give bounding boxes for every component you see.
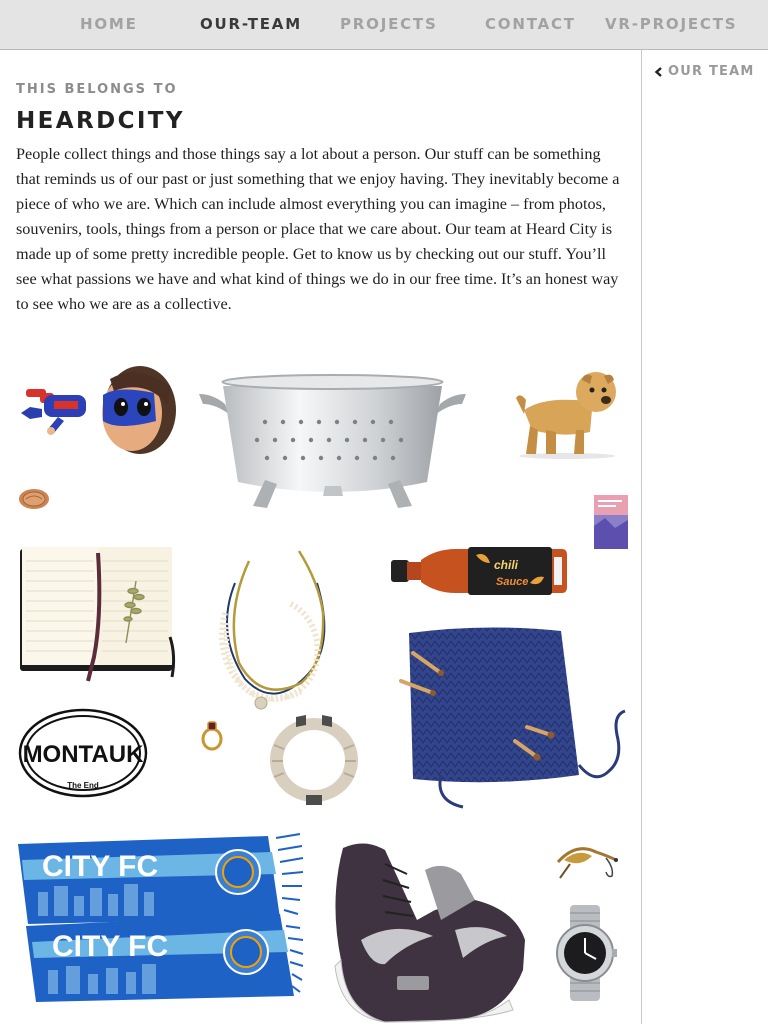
intro-paragraph: People collect things and those things s…: [16, 145, 620, 313]
sidebar: OUR TEAM: [641, 50, 768, 1024]
page-title: HEARDCITY: [16, 108, 185, 134]
sticker-sub-text: The End: [67, 781, 99, 790]
mini-book[interactable]: [593, 494, 629, 550]
scarf-text-bottom: CITY FC: [52, 930, 168, 963]
bead-necklaces[interactable]: [205, 543, 337, 713]
back-to-our-team-link[interactable]: OUR TEAM: [652, 64, 755, 79]
superhero-figurine[interactable]: [18, 365, 176, 460]
knitting-project[interactable]: [395, 625, 630, 813]
pressed-penny[interactable]: [18, 487, 50, 511]
cuff-bracelet[interactable]: [266, 715, 362, 805]
fishing-fly[interactable]: [556, 838, 620, 880]
metal-colander[interactable]: [195, 372, 470, 514]
top-navigation: HOME OUR-TEAM PROJECTS CONTACT VR-PROJEC…: [0, 0, 768, 50]
high-top-sneaker[interactable]: [325, 840, 530, 1023]
sticker-text: MONTAUK: [23, 741, 145, 768]
sauce-word-label: Sauce: [496, 576, 528, 588]
nav-home[interactable]: HOME: [80, 15, 138, 33]
dog-figurine[interactable]: [512, 370, 622, 460]
belongs-to-label: THIS BELONGS TO: [16, 82, 178, 97]
hot-sauce-bottle[interactable]: chili Sauce: [390, 543, 568, 599]
montauk-sticker[interactable]: MONTAUK The End: [18, 708, 148, 798]
back-link-label: OUR TEAM: [668, 64, 755, 79]
city-fc-scarf[interactable]: CITY FC CITY FC: [18, 830, 304, 1002]
wristwatch[interactable]: [552, 903, 618, 1003]
scarf-text-top: CITY FC: [42, 850, 158, 883]
nav-vr-projects[interactable]: VR-PROJECTS: [605, 15, 737, 33]
nav-contact[interactable]: CONTACT: [485, 15, 576, 33]
gold-ring[interactable]: [200, 718, 224, 752]
sauce-brand-label: chili: [494, 558, 519, 572]
open-notebook[interactable]: [18, 545, 176, 685]
nav-projects[interactable]: PROJECTS: [340, 15, 438, 33]
nav-our-team[interactable]: OUR-TEAM: [200, 15, 302, 33]
chevron-left-icon: [652, 65, 668, 79]
